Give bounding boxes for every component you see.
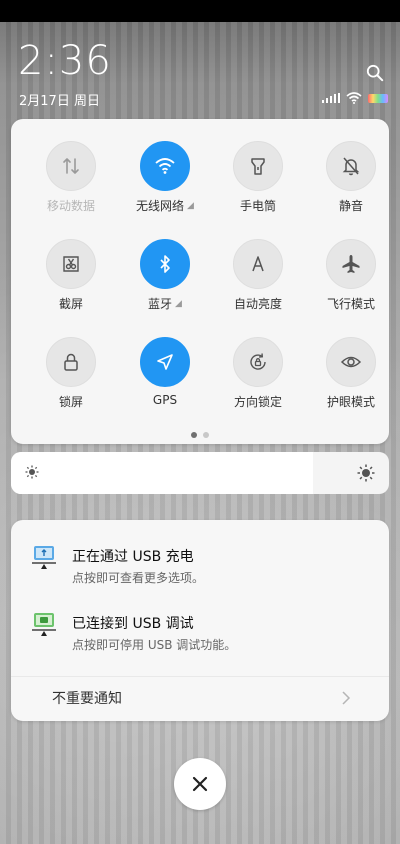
notification-title: 已连接到 USB 调试: [72, 616, 194, 632]
quick-settings-panel: 移动数据 无线网络 ◢ 手电筒 静音 截屏 蓝牙 ◢ 自动亮度 飞行模式 锁屏 GPS 方向锁定 护眼模式: [11, 119, 389, 444]
tile-auto-brightness[interactable]: 自动亮度: [211, 239, 305, 312]
notification-title: 正在通过 USB 充电: [72, 549, 194, 565]
notification-usb-charging[interactable]: 正在通过 USB 充电 点按即可查看更多选项。: [11, 540, 389, 600]
clock: 2:36: [18, 38, 112, 84]
tile-label-text: 方向锁定: [233, 395, 282, 409]
flashlight-icon: [251, 158, 265, 175]
wifi-status-icon: [346, 92, 362, 104]
search-icon[interactable]: [366, 64, 384, 82]
tile-label-text: 自动亮度: [233, 297, 282, 311]
date: 2月17日 周日: [19, 94, 100, 109]
brightness-low-icon: [25, 465, 39, 479]
eye-icon: [340, 356, 362, 368]
tile-label: 截屏: [24, 295, 118, 312]
usb-debug-icon: [32, 613, 56, 636]
auto-brightness-icon: [252, 256, 264, 272]
tile-rotation-lock[interactable]: 方向锁定: [211, 337, 305, 410]
tile-button[interactable]: [326, 141, 376, 191]
tile-label: GPS: [118, 393, 212, 407]
tile-label-text: 锁屏: [58, 395, 83, 409]
brightness-slider[interactable]: [11, 452, 389, 494]
tile-button[interactable]: [46, 141, 96, 191]
wifi-icon: [155, 158, 175, 174]
tile-label: 自动亮度: [211, 295, 305, 312]
tile-bluetooth[interactable]: 蓝牙 ◢: [118, 239, 212, 312]
signal-icon: [322, 93, 340, 103]
tile-label-text: 手电筒: [239, 199, 276, 213]
tile-label: 蓝牙 ◢: [118, 295, 212, 312]
notification-usb-debug[interactable]: 已连接到 USB 调试 点按即可停用 USB 调试功能。: [11, 607, 389, 667]
brightness-fill: [11, 452, 314, 494]
close-icon: [192, 776, 208, 792]
tile-button[interactable]: [140, 337, 190, 387]
tile-button[interactable]: [46, 239, 96, 289]
tile-label: 静音: [304, 197, 398, 214]
tile-label: 无线网络 ◢: [118, 197, 212, 214]
tile-mobile-data[interactable]: 移动数据: [24, 141, 118, 214]
tile-button[interactable]: [233, 337, 283, 387]
top-black-bar: [0, 0, 400, 22]
mute-bell-icon: [342, 157, 360, 176]
page-indicator: [11, 432, 389, 438]
usb-charging-icon: [32, 546, 56, 569]
tile-lock[interactable]: 锁屏: [24, 337, 118, 410]
tile-label: 锁屏: [24, 393, 118, 410]
tile-button[interactable]: [140, 239, 190, 289]
tile-gps[interactable]: GPS: [118, 337, 212, 407]
unimportant-notifications-link[interactable]: 不重要通知: [52, 688, 122, 708]
page-dot: [203, 432, 209, 438]
tile-button[interactable]: [46, 337, 96, 387]
tile-screenshot[interactable]: 截屏: [24, 239, 118, 312]
expand-triangle-icon: ◢: [175, 298, 182, 309]
tile-airplane[interactable]: 飞行模式: [304, 239, 398, 312]
battery-icon: [368, 93, 388, 103]
mobile-data-icon: [63, 158, 79, 174]
page-dot-active: [191, 432, 197, 438]
rotation-lock-icon: [250, 353, 266, 370]
tile-button[interactable]: [326, 337, 376, 387]
tile-label: 方向锁定: [211, 393, 305, 410]
tile-wifi[interactable]: 无线网络 ◢: [118, 141, 212, 214]
tile-label: 移动数据: [24, 197, 118, 214]
tile-label-text: 蓝牙: [148, 297, 173, 311]
gps-icon: [157, 354, 173, 370]
chevron-right-icon[interactable]: [341, 690, 351, 706]
tile-label: 手电筒: [211, 197, 305, 214]
bluetooth-icon: [160, 255, 170, 273]
tile-label-text: 移动数据: [46, 199, 95, 213]
tile-flashlight[interactable]: 手电筒: [211, 141, 305, 214]
tile-button[interactable]: [233, 239, 283, 289]
tile-label-text: 飞行模式: [326, 297, 375, 311]
notification-card: 正在通过 USB 充电 点按即可查看更多选项。 已连接到 USB 调试 点按即可…: [11, 520, 389, 721]
screenshot-icon: [63, 256, 79, 272]
notification-subtitle: 点按即可查看更多选项。: [72, 571, 205, 585]
divider: [11, 676, 389, 677]
notification-subtitle: 点按即可停用 USB 调试功能。: [72, 638, 237, 652]
airplane-icon: [342, 255, 360, 273]
tile-label-text: GPS: [152, 393, 178, 407]
expand-triangle-icon: ◢: [187, 200, 194, 211]
tile-label-text: 截屏: [58, 297, 83, 311]
tile-button[interactable]: [233, 141, 283, 191]
tile-label: 飞行模式: [304, 295, 398, 312]
tile-button[interactable]: [140, 141, 190, 191]
tile-mute-bell[interactable]: 静音: [304, 141, 398, 214]
tile-label-text: 护眼模式: [326, 395, 375, 409]
status-icons: [322, 92, 388, 104]
lock-icon: [64, 353, 78, 371]
close-button[interactable]: [174, 758, 226, 810]
tile-label-text: 静音: [338, 199, 363, 213]
tile-eye[interactable]: 护眼模式: [304, 337, 398, 410]
tile-button[interactable]: [326, 239, 376, 289]
brightness-high-icon: [357, 464, 375, 482]
tile-label: 护眼模式: [304, 393, 398, 410]
tile-label-text: 无线网络: [136, 199, 185, 213]
